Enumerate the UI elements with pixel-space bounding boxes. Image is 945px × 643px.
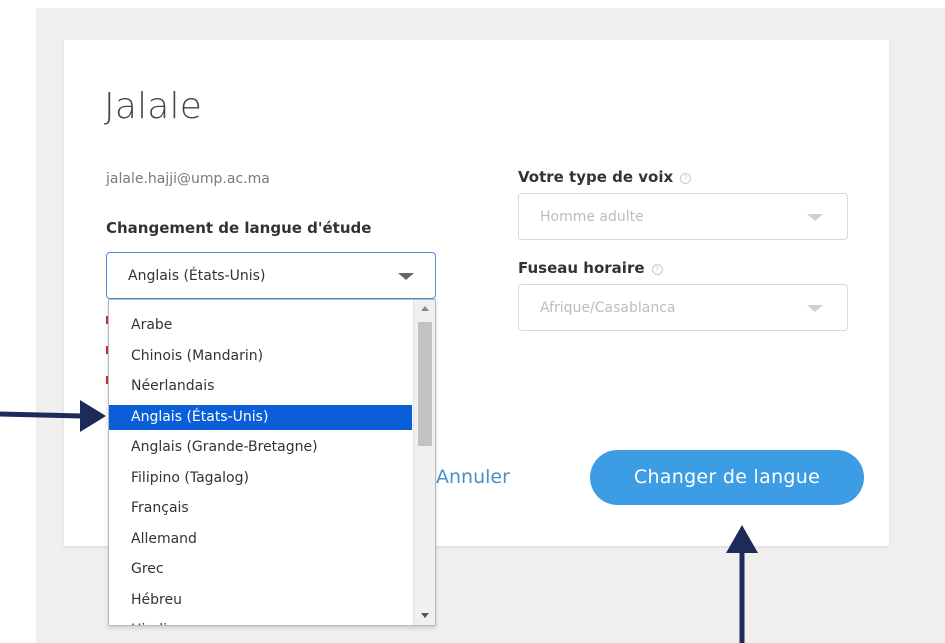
dropdown-option[interactable]: Français xyxy=(109,496,412,521)
timezone-value: Afrique/Casablanca xyxy=(540,299,676,316)
voice-type-label-text: Votre type de voix xyxy=(518,168,674,186)
voice-type-label: Votre type de voix? xyxy=(518,168,692,186)
caret-down-icon xyxy=(398,272,414,280)
scroll-thumb[interactable] xyxy=(418,322,432,446)
voice-type-select[interactable]: Homme adulte xyxy=(518,193,848,240)
annotation-arrow-up-icon xyxy=(726,525,758,643)
dropdown-option[interactable]: Néerlandais xyxy=(109,374,412,399)
timezone-select[interactable]: Afrique/Casablanca xyxy=(518,284,848,331)
dropdown-option[interactable]: Grec xyxy=(109,557,412,582)
change-language-button[interactable]: Changer de langue xyxy=(590,450,864,505)
timezone-label-text: Fuseau horaire xyxy=(518,259,645,277)
cancel-link[interactable]: Annuler xyxy=(436,466,510,488)
question-circle-icon[interactable]: ? xyxy=(651,264,663,275)
study-language-dropdown-list[interactable]: Arabe Chinois (Mandarin) Néerlandais Anglai… xyxy=(108,299,436,626)
scroll-up-icon[interactable] xyxy=(421,306,429,311)
dropdown-option[interactable]: Arabe xyxy=(109,313,412,338)
dropdown-option[interactable]: Allemand xyxy=(109,527,412,552)
dropdown-option[interactable]: Chinois (Mandarin) xyxy=(109,344,412,369)
voice-type-value: Homme adulte xyxy=(540,208,644,225)
study-language-value: Anglais (États-Unis) xyxy=(128,267,266,284)
caret-down-icon xyxy=(807,213,823,221)
dropdown-option[interactable]: Hindi xyxy=(109,618,412,625)
caret-down-icon xyxy=(807,304,823,312)
scroll-down-icon[interactable] xyxy=(421,613,429,618)
annotation-arrow-right-icon xyxy=(0,400,106,432)
user-name-heading: Jalale xyxy=(104,86,203,127)
study-language-label: Changement de langue d'étude xyxy=(106,219,372,237)
timezone-label: Fuseau horaire? xyxy=(518,259,663,277)
dropdown-option[interactable]: Anglais (États-Unis) xyxy=(109,404,412,430)
dropdown-option[interactable]: Anglais (Grande-Bretagne) xyxy=(109,435,412,460)
question-circle-icon[interactable]: ? xyxy=(680,173,692,184)
study-language-select[interactable]: Anglais (États-Unis) xyxy=(106,252,436,299)
dropdown-option[interactable]: Hébreu xyxy=(109,588,412,613)
user-email: jalale.hajji@ump.ac.ma xyxy=(106,171,270,187)
dropdown-option[interactable]: Filipino (Tagalog) xyxy=(109,466,412,491)
dropdown-scrollbar[interactable] xyxy=(413,300,435,625)
